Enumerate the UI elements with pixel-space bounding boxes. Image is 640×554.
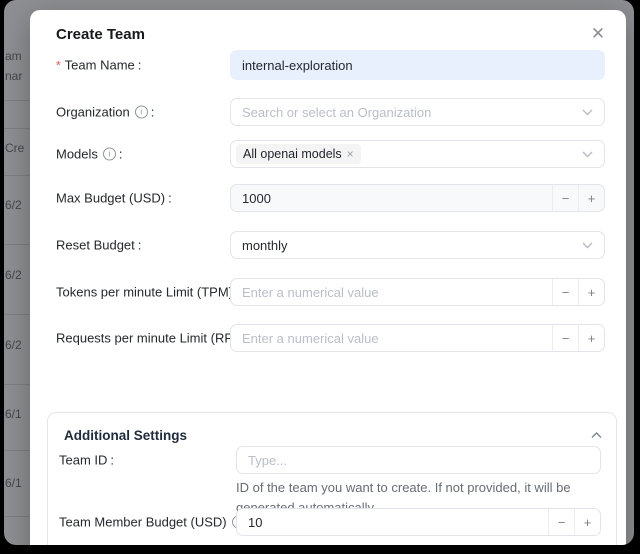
organization-label: Organization i : <box>56 105 154 120</box>
close-icon[interactable]: ✕ <box>586 22 610 46</box>
team-member-budget-label: Team Member Budget (USD) ? : <box>59 515 251 530</box>
bg-table-divider <box>4 450 30 451</box>
create-team-modal: Create Team ✕ * Team Name : Organization… <box>30 10 626 545</box>
team-name-label: * Team Name : <box>56 58 141 73</box>
chevron-up-icon <box>591 426 602 444</box>
bg-text-fragment: 6/2 <box>5 198 22 212</box>
minus-icon[interactable]: − <box>552 279 578 305</box>
reset-budget-row: Reset Budget : monthly <box>56 231 605 259</box>
team-id-label: Team ID : <box>59 453 114 468</box>
minus-icon[interactable]: − <box>552 325 578 351</box>
models-label: Models i : <box>56 147 123 162</box>
rpm-label: Requests per minute Limit (RPM) : <box>56 331 255 346</box>
plus-icon[interactable]: + <box>578 279 604 305</box>
tpm-row: Tokens per minute Limit (TPM) : − + <box>56 278 605 306</box>
modal-title: Create Team <box>56 26 145 43</box>
organization-row: Organization i : Search or select an Org… <box>56 98 605 126</box>
rpm-row: Requests per minute Limit (RPM) : − + <box>56 324 605 352</box>
organization-select[interactable]: Search or select an Organization <box>230 98 605 126</box>
tpm-label: Tokens per minute Limit (TPM) : <box>56 285 240 300</box>
model-tag: All openai models × <box>236 144 361 164</box>
bg-text-fragment: 6/2 <box>5 268 22 282</box>
remove-tag-icon[interactable]: × <box>347 147 354 161</box>
plus-icon[interactable]: + <box>574 509 600 535</box>
team-name-input[interactable] <box>231 51 604 79</box>
bg-table-divider <box>4 100 30 101</box>
reset-budget-label: Reset Budget : <box>56 238 141 253</box>
info-icon: i <box>103 148 116 161</box>
plus-icon[interactable]: + <box>578 185 604 211</box>
bg-text-fragment: 6/2 <box>5 338 22 352</box>
team-member-budget-input[interactable] <box>237 509 548 535</box>
additional-settings-panel: Additional Settings Team ID : ID of the … <box>47 412 617 545</box>
bg-text-fragment: nar <box>5 69 22 83</box>
max-budget-label: Max Budget (USD) : <box>56 191 172 206</box>
team-member-budget-row: Team Member Budget (USD) ? : − + <box>59 508 601 536</box>
chevron-down-icon <box>582 151 593 158</box>
chevron-down-icon <box>582 109 593 116</box>
tpm-input[interactable] <box>231 279 552 305</box>
minus-icon[interactable]: − <box>548 509 574 535</box>
bg-text-fragment: 6/1 <box>5 476 22 490</box>
bg-table-divider <box>4 516 30 517</box>
bg-table-divider <box>4 175 30 176</box>
max-budget-input[interactable] <box>231 185 552 211</box>
bg-text-fragment: 6/1 <box>5 407 22 421</box>
bg-text-fragment: Cre <box>5 141 24 155</box>
bg-table-divider <box>4 314 30 315</box>
minus-icon[interactable]: − <box>552 185 578 211</box>
models-multiselect[interactable]: All openai models × <box>230 140 605 168</box>
models-row: Models i : All openai models × <box>56 140 605 168</box>
team-id-input[interactable] <box>237 447 600 473</box>
rpm-input[interactable] <box>231 325 552 351</box>
bg-table-divider <box>4 384 30 385</box>
bg-text-fragment: am <box>5 49 22 63</box>
required-marker: * <box>56 58 61 72</box>
bg-table-divider <box>4 244 30 245</box>
info-icon: i <box>135 106 148 119</box>
chevron-down-icon <box>582 242 593 249</box>
bg-table-divider <box>4 128 30 129</box>
team-id-row: Team ID : <box>59 446 601 474</box>
reset-budget-select[interactable]: monthly <box>230 231 605 259</box>
additional-settings-header[interactable]: Additional Settings <box>64 426 602 444</box>
additional-settings-title: Additional Settings <box>64 428 187 443</box>
team-name-row: * Team Name : <box>56 50 605 80</box>
max-budget-row: Max Budget (USD) : − + <box>56 184 605 212</box>
plus-icon[interactable]: + <box>578 325 604 351</box>
app-window: am nar Cre 6/2 6/2 6/2 6/1 6/1 Create Team ✕ * … <box>4 0 634 545</box>
